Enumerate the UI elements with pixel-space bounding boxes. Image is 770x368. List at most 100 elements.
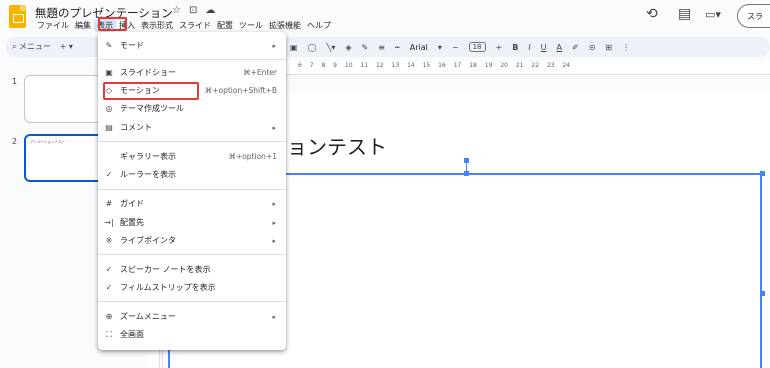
- menu-item-gallery-view[interactable]: ギャラリー表示 ⌘+option+1: [98, 148, 286, 165]
- highlight-motion-item: [103, 82, 199, 100]
- font-size-minus[interactable]: −: [452, 43, 459, 52]
- comment-icon[interactable]: ▤: [678, 6, 691, 22]
- menu-item-label: スライドショー: [120, 68, 176, 77]
- menu-item-live-pointer[interactable]: ※ ライブポインタ ▸: [98, 232, 286, 249]
- menu-item-label: フィルムストリップを表示: [120, 283, 216, 292]
- slide-title-text[interactable]: ョンテスト: [287, 131, 387, 160]
- menu-shortcut: ⌘+option+Shift+B: [204, 86, 277, 95]
- fullscreen-icon: ⛶: [106, 329, 112, 339]
- thumb-number-2: 2: [12, 137, 18, 146]
- text-color-icon[interactable]: A: [557, 43, 562, 52]
- add-icon[interactable]: +: [60, 42, 67, 51]
- thumb-number-1: 1: [12, 77, 18, 86]
- menu-search[interactable]: ⌕ メニュー + ▾: [12, 41, 73, 52]
- camera-icon[interactable]: ▭▾: [705, 8, 721, 21]
- menu-item-speaker-notes[interactable]: ✓ スピーカー ノートを表示: [98, 261, 286, 278]
- bold-icon[interactable]: B: [512, 43, 518, 52]
- font-size-input[interactable]: 18: [468, 42, 486, 52]
- menu-item-zoom[interactable]: ⊕ ズームメニュー ▸: [98, 308, 286, 325]
- menu-divider: [98, 301, 286, 302]
- star-icon[interactable]: ☆: [172, 5, 181, 16]
- chevron-right-icon: ▸: [272, 236, 276, 245]
- font-chevron-icon: ▾: [437, 42, 442, 52]
- check-icon: ✓: [105, 265, 113, 274]
- folder-icon[interactable]: ⊡: [189, 5, 197, 16]
- thumb-text: アニメーションテスト: [30, 140, 65, 144]
- pointer-icon: ※: [105, 236, 113, 245]
- palette-icon: ◎: [105, 104, 113, 113]
- menu-item-mode[interactable]: ✎ モード ▸: [98, 37, 286, 54]
- menu-help[interactable]: ヘルプ: [304, 19, 334, 32]
- rotate-handle[interactable]: [464, 158, 469, 163]
- logo-fold: [20, 5, 26, 11]
- ruler-numbers: 6 7 8 9 10 11 12 13 14 15 16 17 18 19 20…: [298, 62, 571, 69]
- menu-item-label: ギャラリー表示: [120, 152, 176, 161]
- grid-icon: #: [105, 199, 113, 208]
- menu-edit[interactable]: 編集: [72, 19, 94, 32]
- border-dash-icon[interactable]: ┅: [395, 43, 400, 52]
- chevron-right-icon: ▸: [272, 199, 276, 208]
- menu-item-theme-builder[interactable]: ◎ テーマ作成ツール: [98, 100, 286, 117]
- more-icon[interactable]: ⋮: [622, 43, 630, 52]
- border-color-icon[interactable]: ✎: [362, 43, 369, 52]
- menu-item-snap-to[interactable]: →| 配置先 ▸: [98, 214, 286, 231]
- menu-extensions[interactable]: 拡張機能: [266, 19, 304, 32]
- menu-slide[interactable]: スライド: [176, 19, 214, 32]
- menu-item-filmstrip[interactable]: ✓ フィルムストリップを表示: [98, 279, 286, 296]
- chevron-down-icon: ▾: [68, 42, 73, 51]
- slideshow-icon: ▣: [105, 68, 113, 77]
- menu-file[interactable]: ファイル: [34, 19, 72, 32]
- image-icon[interactable]: ▣: [290, 43, 298, 52]
- menu-divider: [98, 254, 286, 255]
- history-icon[interactable]: ⟲: [646, 6, 658, 22]
- link-icon[interactable]: ⊝: [589, 43, 596, 52]
- pencil-icon: ✎: [105, 41, 113, 50]
- view-menu-dropdown: ✎ モード ▸ ▣ スライドショー ⌘+Enter ◇ モーション ⌘+opti…: [98, 32, 286, 350]
- menu-item-label: テーマ作成ツール: [120, 104, 184, 113]
- title-icons: ☆ ⊡ ☁: [172, 5, 215, 16]
- search-icon: ⌕: [12, 42, 20, 51]
- menu-item-label: ルーラーを表示: [120, 170, 176, 179]
- resize-handle-right[interactable]: [760, 291, 765, 296]
- menu-format[interactable]: 表示形式: [138, 19, 176, 32]
- menu-shortcut: ⌘+option+1: [228, 152, 277, 161]
- menu-item-label: スピーカー ノートを表示: [120, 265, 211, 274]
- check-icon: ✓: [105, 283, 113, 292]
- highlight-view-menu: [98, 17, 127, 31]
- underline-icon[interactable]: U: [541, 43, 547, 52]
- highlight-icon[interactable]: ✐: [572, 43, 579, 52]
- zoom-icon: ⊕: [105, 312, 113, 321]
- resize-handle-top-right[interactable]: [760, 171, 765, 176]
- chevron-right-icon: ▸: [272, 123, 276, 132]
- menu-item-label: ガイド: [120, 199, 144, 208]
- line-icon[interactable]: ╲▾: [327, 43, 336, 52]
- resize-handle-top[interactable]: [464, 171, 469, 176]
- menu-divider: [98, 189, 286, 190]
- border-weight-icon[interactable]: ≡: [378, 43, 385, 52]
- comment-icon: ▤: [105, 123, 113, 132]
- menu-item-label: 全画面: [120, 330, 144, 339]
- chevron-right-icon: ▸: [272, 41, 276, 50]
- menu-search-label: メニュー: [19, 42, 52, 51]
- menu-arrange[interactable]: 配置: [214, 19, 236, 32]
- menu-item-comments[interactable]: ▤ コメント ▸: [98, 119, 286, 136]
- menu-item-guides[interactable]: # ガイド ▸: [98, 195, 286, 212]
- menu-item-fullscreen[interactable]: ⛶ 全画面: [98, 326, 286, 343]
- comment-add-icon[interactable]: ⊞: [605, 43, 612, 52]
- fill-color-icon[interactable]: ◈: [345, 43, 351, 52]
- slides-logo[interactable]: [9, 5, 26, 28]
- font-size-plus[interactable]: +: [496, 43, 503, 52]
- menu-tools[interactable]: ツール: [236, 19, 266, 32]
- check-icon: ✓: [105, 170, 113, 179]
- menu-item-label: ライブポインタ: [120, 236, 176, 245]
- cloud-icon[interactable]: ☁: [205, 5, 215, 16]
- slideshow-button[interactable]: スラ: [737, 4, 770, 28]
- shape-icon[interactable]: ◯: [308, 43, 317, 52]
- menu-item-label: モード: [120, 41, 144, 50]
- menu-item-label: 配置先: [120, 218, 144, 227]
- menu-shortcut: ⌘+Enter: [243, 68, 277, 77]
- italic-icon[interactable]: I: [528, 43, 530, 52]
- menu-item-slideshow[interactable]: ▣ スライドショー ⌘+Enter: [98, 64, 286, 81]
- menu-item-show-ruler[interactable]: ✓ ルーラーを表示: [98, 166, 286, 183]
- font-select[interactable]: Arial: [410, 43, 428, 52]
